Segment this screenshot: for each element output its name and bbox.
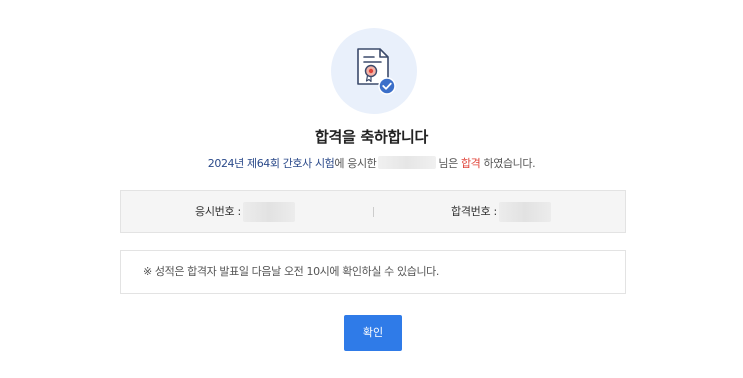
confirm-button[interactable]: 확인	[344, 315, 402, 351]
pass-number: 합격번호 :	[451, 191, 551, 232]
number-info-box: 응시번호 : 합격번호 :	[120, 190, 626, 233]
exam-name: 2024년 제64회 간호사 시험	[207, 157, 335, 170]
certificate-check-icon	[357, 48, 396, 95]
exam-number: 응시번호 :	[195, 191, 295, 232]
exam-number-label: 응시번호 :	[195, 205, 241, 218]
page-title: 합격을 축하합니다	[315, 128, 428, 146]
pass-number-label: 합격번호 :	[451, 205, 497, 218]
notice-text: ※ 성적은 합격자 발표일 다음날 오전 10시에 확인하실 수 있습니다.	[143, 265, 439, 278]
message-text-ending: 하였습니다.	[483, 157, 536, 170]
result-message: 2024년 제64회 간호사 시험에 응시한 님은 합격 하였습니다.	[0, 155, 743, 171]
redacted-pass-number	[498, 202, 551, 222]
message-text-applied: 에 응시한	[334, 157, 377, 170]
info-divider	[373, 207, 374, 217]
notice-box: ※ 성적은 합격자 발표일 다음날 오전 10시에 확인하실 수 있습니다.	[120, 250, 626, 294]
redacted-name	[378, 156, 437, 169]
result-status: 합격	[460, 157, 481, 170]
pass-result-page: 합격을 축하합니다 2024년 제64회 간호사 시험에 응시한 님은 합격 하였…	[0, 0, 743, 378]
redacted-exam-number	[242, 202, 295, 222]
certificate-icon-container	[331, 28, 417, 114]
message-text-honorific: 님은	[438, 157, 458, 170]
